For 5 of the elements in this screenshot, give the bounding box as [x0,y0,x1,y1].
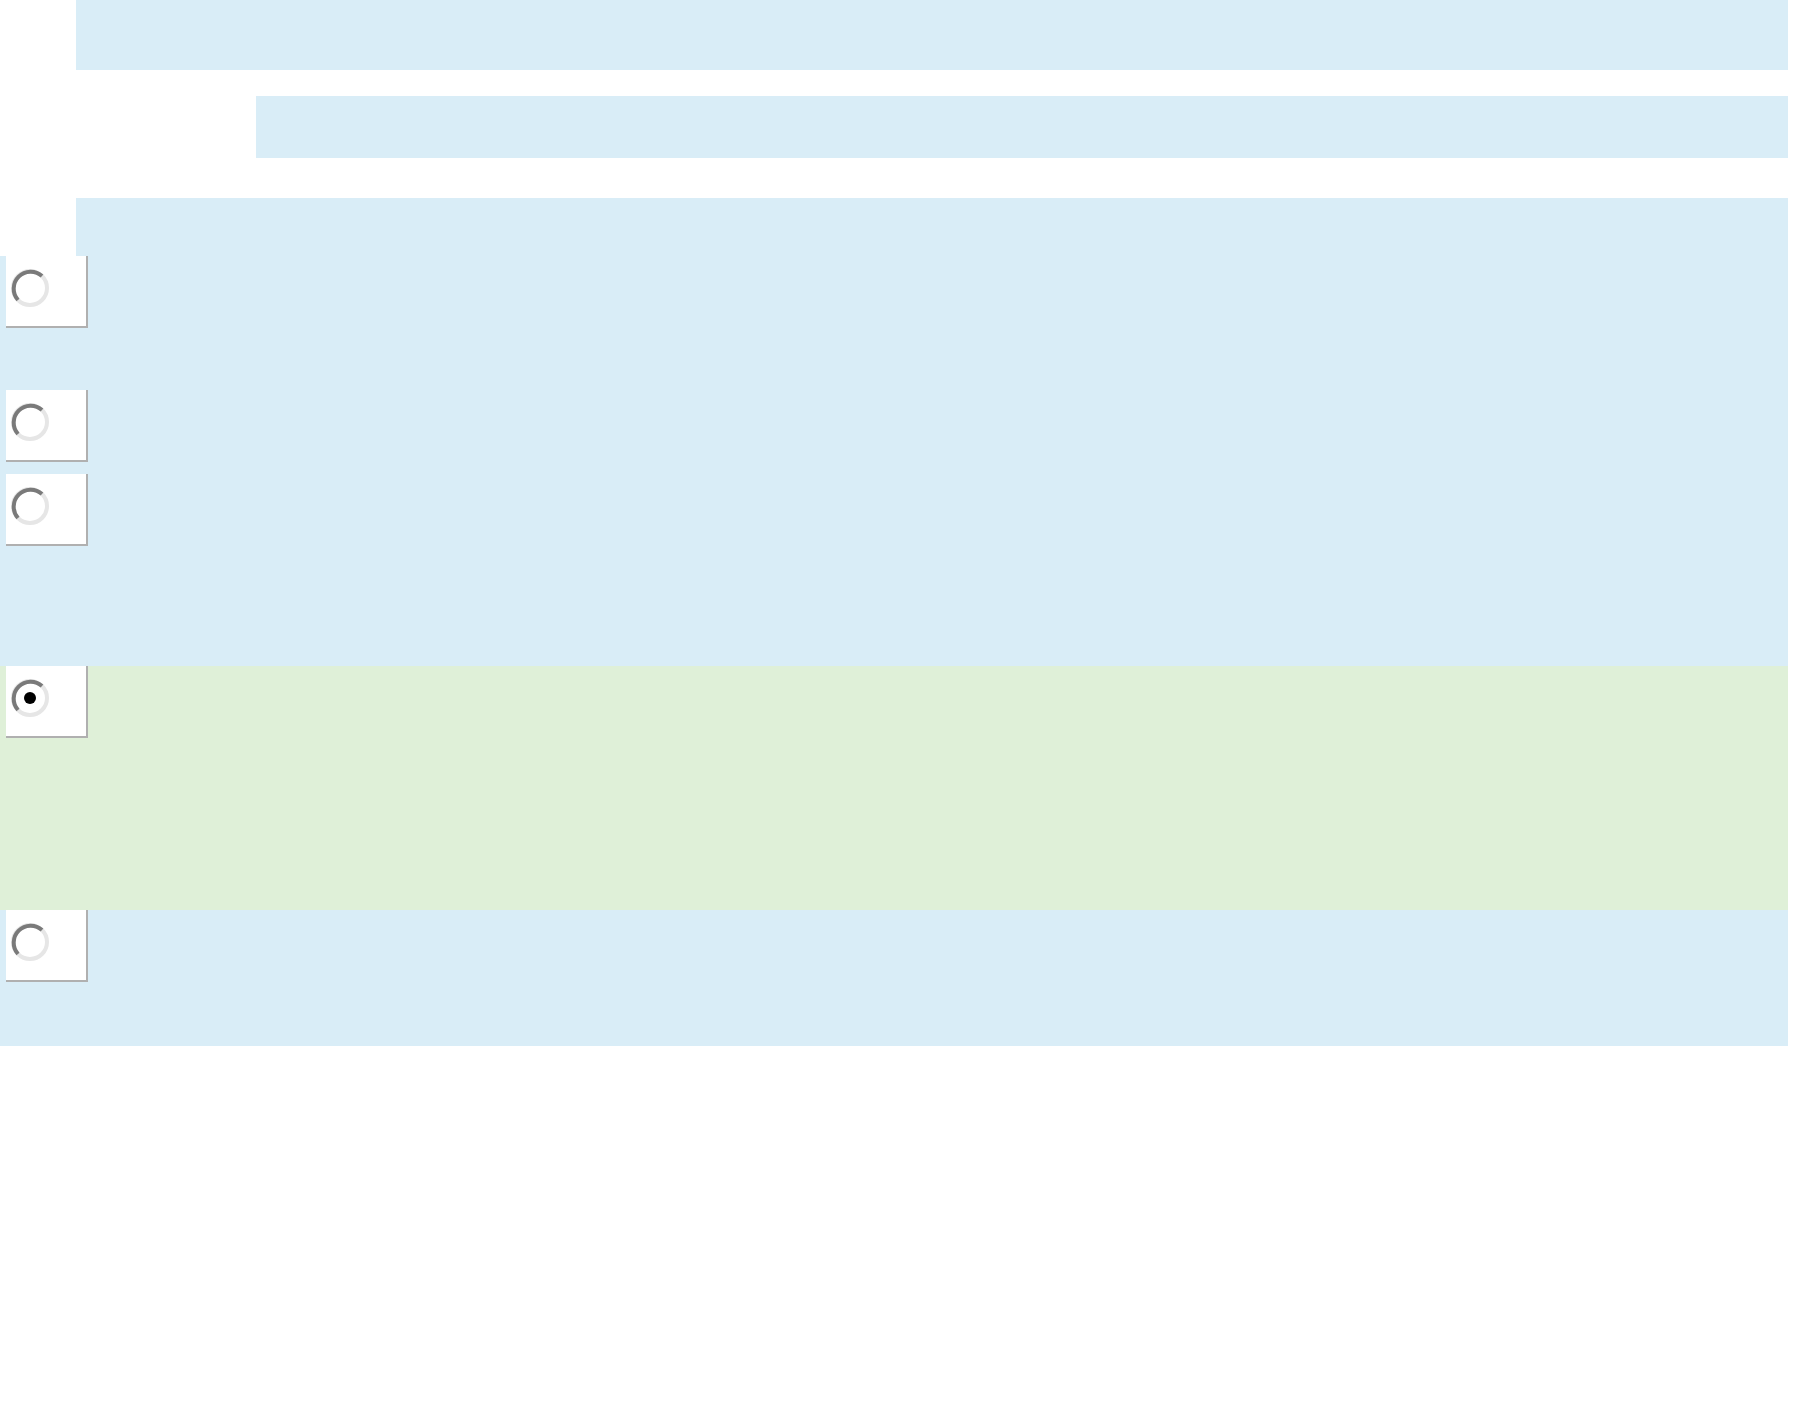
radio-button[interactable] [10,678,50,718]
radio-button[interactable] [10,922,50,962]
radio-button[interactable] [10,402,50,442]
radio-button[interactable] [10,268,50,308]
radio-button[interactable] [10,486,50,526]
